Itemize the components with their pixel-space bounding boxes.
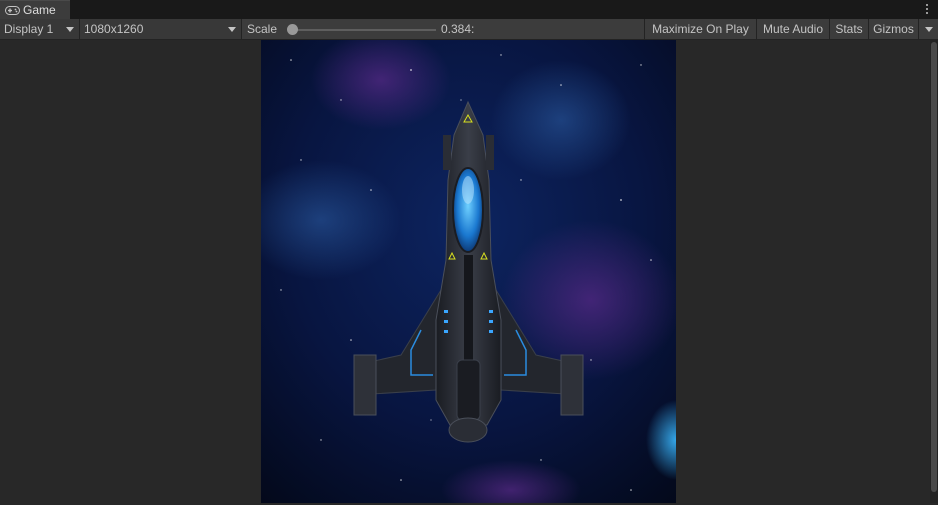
display-dropdown[interactable]: Display 1 [0, 19, 80, 39]
scale-slider-track[interactable] [292, 29, 436, 31]
maximize-on-play-label: Maximize On Play [652, 22, 749, 36]
tab-game[interactable]: Game [0, 0, 70, 19]
more-options-icon[interactable] [922, 1, 932, 17]
game-toolbar: Display 1 1080x1260 Scale 0.384: Maximiz… [0, 19, 938, 40]
chevron-down-icon [66, 27, 74, 32]
scale-label: Scale [247, 22, 278, 36]
game-scene [261, 40, 676, 503]
stats-label: Stats [835, 22, 863, 36]
scale-slider-thumb[interactable] [287, 24, 298, 35]
display-dropdown-label: Display 1 [4, 22, 54, 36]
gizmos-dropdown-button[interactable] [919, 19, 938, 39]
scrollbar-thumb[interactable] [931, 42, 937, 492]
gamepad-icon [5, 5, 20, 15]
chevron-down-icon [228, 27, 236, 32]
scale-control: Scale 0.384: [242, 19, 645, 39]
tab-bar: Game [0, 0, 938, 19]
resolution-dropdown-label: 1080x1260 [84, 22, 144, 36]
chevron-down-icon [924, 26, 933, 32]
vertical-scrollbar[interactable] [930, 40, 938, 503]
tab-game-label: Game [23, 3, 56, 17]
gizmos-button[interactable]: Gizmos [869, 19, 919, 39]
game-view [0, 40, 938, 505]
mute-audio-button[interactable]: Mute Audio [757, 19, 830, 39]
gizmos-label: Gizmos [873, 22, 914, 36]
resolution-dropdown[interactable]: 1080x1260 [80, 19, 242, 39]
mute-audio-label: Mute Audio [762, 22, 824, 36]
game-canvas[interactable] [261, 40, 676, 503]
stats-button[interactable]: Stats [830, 19, 869, 39]
scale-value: 0.384: [441, 22, 475, 36]
maximize-on-play-button[interactable]: Maximize On Play [645, 19, 757, 39]
